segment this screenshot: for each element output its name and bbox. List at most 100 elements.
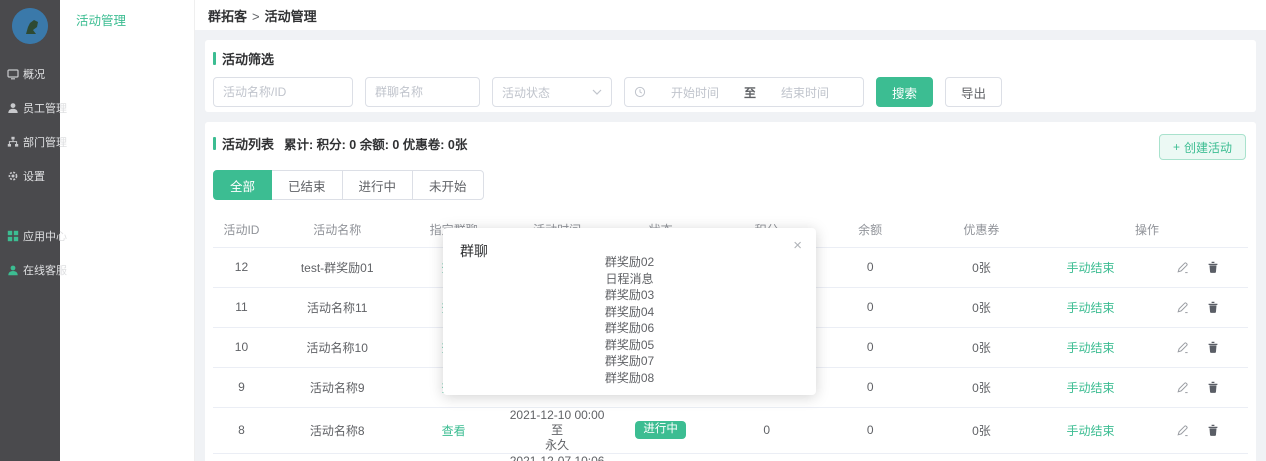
create-activity-label: 创建活动 [1184, 139, 1232, 156]
secondary-sidebar: 活动管理 [60, 0, 195, 461]
export-button[interactable]: 导出 [945, 77, 1002, 107]
sidebar-item-settings[interactable]: 设置 [0, 166, 60, 186]
cell-activity-time: 2021-12-07 10:06 至永久 [503, 453, 612, 461]
delete-icon[interactable] [1207, 301, 1219, 314]
section-marker [213, 52, 216, 65]
cell-activity-id: 9 [213, 367, 270, 407]
plus-icon: + [1173, 140, 1180, 154]
group-chat-item: 群奖励03 [443, 287, 816, 304]
sidebar-item-staff[interactable]: 员工管理 [0, 98, 60, 118]
filter-row: 活动状态 开始时间 至 结束时间 搜索 导出 [213, 77, 1246, 107]
cell-coupon: 0张 [917, 327, 1046, 367]
group-chat-item: 群奖励04 [443, 304, 816, 321]
cell-balance: 0 [824, 407, 917, 453]
sidebar-item-label: 概况 [23, 66, 45, 82]
cell-activity-name: 活动名称10 [270, 327, 405, 367]
group-name-input[interactable] [365, 77, 480, 107]
cell-activity-name: 活动名称11 [270, 287, 405, 327]
manual-end-link[interactable]: 手动结束 [1067, 299, 1115, 316]
grid-icon [7, 230, 19, 242]
cell-activity-id: 8 [213, 407, 270, 453]
manual-end-link[interactable]: 手动结束 [1067, 422, 1115, 439]
edit-icon[interactable] [1176, 261, 1189, 274]
cell-status: 进行中 [611, 407, 709, 453]
sidebar-gap [0, 200, 60, 226]
delete-icon[interactable] [1207, 424, 1219, 437]
cell-points: 0 [710, 453, 824, 461]
filter-section-title: 活动筛选 [213, 49, 1246, 68]
delete-icon[interactable] [1207, 341, 1219, 354]
tab-all[interactable]: 全部 [213, 170, 272, 200]
app-root: 概况 员工管理 部门管理 设置 应用中心 在线客服 活动管理 群拓客>活动管理 [0, 0, 1266, 461]
sidebar-item-label: 部门管理 [23, 134, 67, 150]
tab-ended[interactable]: 已结束 [271, 170, 343, 200]
edit-icon[interactable] [1176, 341, 1189, 354]
tab-not-started[interactable]: 未开始 [412, 170, 484, 200]
close-icon[interactable]: × [793, 238, 802, 253]
col-balance: 余额 [824, 213, 917, 247]
cell-coupon: 0张 [917, 287, 1046, 327]
submenu-item-activity-management[interactable]: 活动管理 [60, 0, 194, 29]
tab-in-progress[interactable]: 进行中 [342, 170, 414, 200]
delete-icon[interactable] [1207, 261, 1219, 274]
group-chat-item: 群奖励07 [443, 353, 816, 370]
cell-actions: 手动结束 [1046, 327, 1248, 367]
cell-activity-name: test-群奖励01 [270, 247, 405, 287]
sidebar-item-label: 设置 [23, 168, 45, 184]
activity-name-input[interactable] [213, 77, 353, 107]
create-activity-button[interactable]: + 创建活动 [1159, 134, 1246, 160]
group-chat-list: 群奖励02 日程消息 群奖励03 群奖励04 群奖励06 群奖励05 群奖励07… [443, 254, 816, 386]
edit-icon[interactable] [1176, 381, 1189, 394]
status-tabs: 全部 已结束 进行中 未开始 [213, 170, 1248, 200]
group-chat-item: 群奖励05 [443, 337, 816, 354]
edit-icon[interactable] [1176, 301, 1189, 314]
breadcrumb-separator: > [252, 9, 260, 24]
activity-status-select[interactable]: 活动状态 [492, 77, 612, 107]
group-chat-modal: 群聊 × 群奖励02 日程消息 群奖励03 群奖励04 群奖励06 群奖励05 … [443, 228, 816, 395]
group-chat-item: 日程消息 [443, 271, 816, 288]
org-chart-icon [7, 136, 19, 148]
sidebar-item-label: 员工管理 [23, 100, 67, 116]
cell-activity-id: 10 [213, 327, 270, 367]
manual-end-link[interactable]: 手动结束 [1067, 379, 1115, 396]
cell-activity-id: 7 [213, 453, 270, 461]
manual-end-link[interactable]: 手动结束 [1067, 339, 1115, 356]
clock-icon [634, 86, 646, 98]
sidebar-item-overview[interactable]: 概况 [0, 64, 60, 84]
sidebar-item-department[interactable]: 部门管理 [0, 132, 60, 152]
manual-end-link[interactable]: 手动结束 [1067, 259, 1115, 276]
cell-activity-name: 活动名称7 [270, 453, 405, 461]
app-logo [12, 8, 48, 44]
delete-icon[interactable] [1207, 381, 1219, 394]
sidebar-item-label: 在线客服 [23, 262, 67, 278]
cell-points: 0 [710, 407, 824, 453]
cell-coupon: 0张 [917, 247, 1046, 287]
view-link[interactable]: 查看 [442, 424, 466, 438]
cell-actions: 手动结束 [1046, 367, 1248, 407]
person-icon [7, 102, 19, 114]
cell-actions: 手动结束 [1046, 453, 1248, 461]
cell-balance: 0 [824, 327, 917, 367]
cell-activity-time: 2021-12-10 00:00 至永久 [503, 407, 612, 453]
list-title-text: 活动列表 [222, 134, 274, 153]
date-to-label: 至 [744, 84, 756, 101]
date-range-picker[interactable]: 开始时间 至 结束时间 [624, 77, 864, 107]
select-placeholder: 活动状态 [502, 84, 550, 101]
table-row: 7 活动名称7 查看 2021-12-07 10:06 至永久 进行中 0 0 … [213, 453, 1248, 461]
search-button[interactable]: 搜索 [876, 77, 933, 107]
breadcrumb-root[interactable]: 群拓客 [208, 9, 247, 24]
col-activity-id: 活动ID [213, 213, 270, 247]
monitor-icon [7, 68, 19, 80]
sidebar-item-app-center[interactable]: 应用中心 [0, 226, 60, 246]
cell-actions: 手动结束 [1046, 407, 1248, 453]
filter-panel: 活动筛选 活动状态 开始时间 至 结束时间 搜索 导出 [205, 40, 1256, 112]
group-chat-item: 群奖励08 [443, 370, 816, 387]
cell-balance: 0 [824, 367, 917, 407]
col-actions: 操作 [1046, 213, 1248, 247]
cell-balance: 0 [824, 247, 917, 287]
sidebar-item-online-service[interactable]: 在线客服 [0, 260, 60, 280]
topbar: 群拓客>活动管理 [195, 0, 1266, 30]
group-chat-item: 群奖励02 [443, 254, 816, 271]
cell-activity-name: 活动名称9 [270, 367, 405, 407]
edit-icon[interactable] [1176, 424, 1189, 437]
